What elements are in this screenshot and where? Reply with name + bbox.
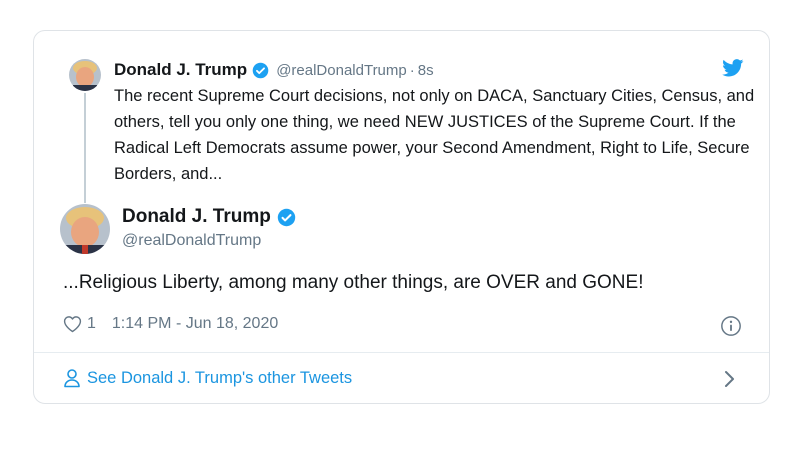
- heart-icon[interactable]: [63, 315, 82, 333]
- see-other-tweets-link[interactable]: See Donald J. Trump's other Tweets: [63, 368, 352, 388]
- footer-divider: [34, 352, 769, 353]
- parent-author-name[interactable]: Donald J. Trump: [114, 60, 247, 80]
- parent-handle[interactable]: @realDonaldTrump: [276, 62, 407, 79]
- tweet-meta-row: 1 1:14 PM - Jun 18, 2020: [63, 315, 278, 333]
- info-icon[interactable]: [720, 315, 742, 337]
- parent-tweet-text: The recent Supreme Court decisions, not …: [114, 87, 755, 183]
- main-author-row: Donald J. Trump: [122, 206, 296, 228]
- see-other-tweets-label[interactable]: See Donald J. Trump's other Tweets: [87, 369, 352, 388]
- twitter-bird-icon[interactable]: [722, 59, 744, 77]
- main-avatar[interactable]: [60, 204, 110, 254]
- parent-avatar[interactable]: [69, 59, 101, 91]
- verified-badge-icon: [277, 208, 296, 227]
- tweet-timestamp[interactable]: 1:14 PM - Jun 18, 2020: [112, 315, 278, 333]
- verified-badge-icon: [252, 62, 269, 79]
- parent-tweet[interactable]: Donald J. Trump @realDonaldTrump · 8s Th…: [34, 31, 769, 211]
- parent-relative-time[interactable]: 8s: [418, 62, 434, 79]
- chevron-right-icon[interactable]: [724, 370, 736, 388]
- main-tweet-text: ...Religious Liberty, among many other t…: [63, 272, 644, 293]
- separator-dot: ·: [409, 61, 415, 79]
- main-handle[interactable]: @realDonaldTrump: [122, 232, 261, 250]
- like-count[interactable]: 1: [87, 315, 96, 333]
- embedded-tweet-card: Donald J. Trump @realDonaldTrump · 8s Th…: [33, 30, 770, 404]
- person-icon: [63, 368, 81, 388]
- main-author-name[interactable]: Donald J. Trump: [122, 206, 271, 228]
- thread-connector-line: [84, 93, 86, 203]
- parent-header: Donald J. Trump @realDonaldTrump · 8s: [114, 59, 434, 81]
